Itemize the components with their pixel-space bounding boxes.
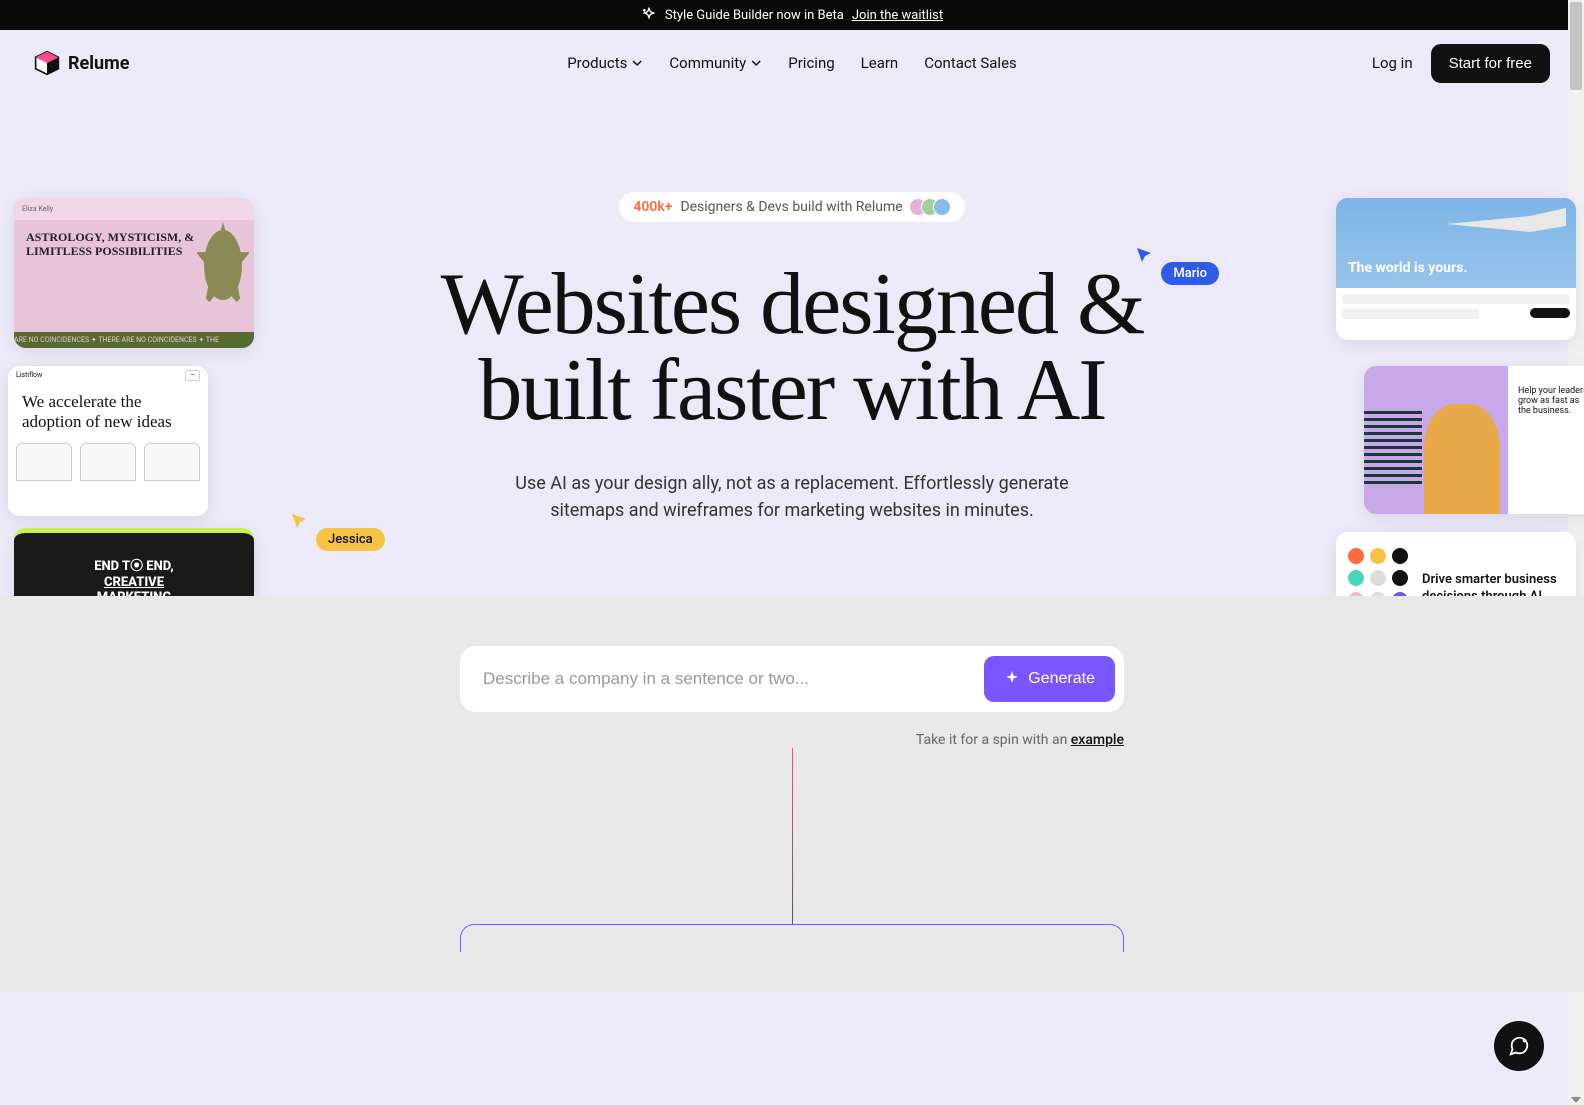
main-nav: Products Community Pricing Learn Contact… [567, 54, 1017, 72]
scroll-thumb[interactable] [1570, 2, 1582, 90]
flow-stem [792, 748, 793, 924]
phone-icon [16, 443, 72, 481]
line: END T⦿ END, [14, 559, 254, 575]
chevron-down-icon [750, 57, 762, 69]
stripes-icon [1364, 410, 1422, 484]
generate-label: Generate [1028, 670, 1095, 688]
sparkle-icon [641, 7, 657, 23]
social-text: Designers & Devs build with Relume [680, 199, 902, 215]
scroll-down-arrow-icon[interactable] [1571, 1097, 1581, 1103]
chat-icon [1508, 1035, 1530, 1057]
chat-fab[interactable] [1494, 1021, 1544, 1071]
announcement-link[interactable]: Join the waitlist [852, 8, 943, 23]
nav-contact[interactable]: Contact Sales [924, 54, 1017, 72]
brand-name: Relume [68, 53, 129, 74]
thumbnail-button-icon: — [185, 370, 200, 381]
social-proof-pill: 400k+ Designers & Devs build with Relume [619, 192, 964, 222]
phone-icon [144, 443, 200, 481]
nav-learn[interactable]: Learn [861, 54, 899, 72]
thumbnail-marquee: ARE NO COINCIDENCES ✦ THERE ARE NO COINC… [14, 332, 254, 348]
thumbnail-leaders: Help your leaders grow as fast as the bu… [1364, 366, 1584, 514]
dot-icon [1392, 548, 1408, 564]
dot-icon [1348, 548, 1364, 564]
sparkle-icon [1004, 671, 1020, 687]
prompt-section: Generate Take it for a spin with an exam… [0, 596, 1584, 992]
nav-community[interactable]: Community [669, 54, 762, 72]
example-prefix: Take it for a spin with an [916, 732, 1071, 748]
thumbnail-listiflow: Listiflow — We accelerate the adoption of… [8, 366, 208, 516]
cursor-icon [1135, 246, 1155, 266]
nav-community-label: Community [669, 54, 746, 72]
prompt-input[interactable] [483, 655, 974, 703]
thumbnail-title: The world is yours. [1348, 261, 1467, 276]
cursor-label: Jessica [316, 528, 385, 551]
collab-cursor-mario: Mario [1135, 246, 1219, 285]
dot-icon [1348, 570, 1364, 586]
prompt-box: Generate [460, 646, 1124, 712]
announcement-text: Style Guide Builder now in Beta [665, 8, 844, 23]
logo-cube-icon [34, 50, 60, 76]
jet-icon [1446, 204, 1566, 244]
header: Relume Products Community Pricing Learn … [0, 30, 1584, 96]
thumbnail-text: Help your leaders grow as fast as the bu… [1508, 366, 1584, 514]
nav-products-label: Products [567, 54, 627, 72]
dot-icon [1370, 570, 1386, 586]
nav-pricing[interactable]: Pricing [788, 54, 834, 72]
social-count: 400k+ [633, 199, 672, 215]
chevron-down-icon [631, 57, 643, 69]
hero-section: Eliza Kelly ASTROLOGY, MYSTICISM, & LIMI… [0, 96, 1584, 596]
example-link[interactable]: example [1071, 732, 1124, 748]
pill-icon [1530, 308, 1570, 318]
announcement-bar: Style Guide Builder now in Beta Join the… [0, 0, 1584, 30]
thumbnail-title: We accelerate the adoption of new ideas [8, 384, 208, 439]
hero-title: Websites designed & built faster with AI [382, 262, 1202, 434]
cursor-label: Mario [1161, 262, 1219, 285]
start-free-button[interactable]: Start for free [1431, 44, 1550, 83]
thumbnail-astrology: Eliza Kelly ASTROLOGY, MYSTICISM, & LIMI… [14, 198, 254, 348]
thumbnail-brand: Listiflow [16, 371, 42, 379]
header-actions: Log in Start for free [1372, 44, 1550, 83]
avatar-stack [915, 198, 951, 216]
cursor-icon [290, 512, 310, 532]
thumbnail-header: Eliza Kelly [14, 198, 254, 220]
collab-cursor-jessica: Jessica [290, 512, 385, 551]
thumbnail-jet: The world is yours. [1336, 198, 1576, 340]
dot-icon [1392, 570, 1408, 586]
phone-icon [80, 443, 136, 481]
avatar-icon [933, 198, 951, 216]
dot-icon [1370, 548, 1386, 564]
line: CREATIVE [14, 575, 254, 591]
hero-subtitle: Use AI as your design ally, not as a rep… [512, 470, 1072, 524]
nav-products[interactable]: Products [567, 54, 643, 72]
person-icon [1424, 404, 1500, 514]
example-hint: Take it for a spin with an example [460, 732, 1124, 748]
login-link[interactable]: Log in [1372, 54, 1413, 72]
portrait-icon [204, 230, 242, 300]
flow-target-box [460, 924, 1124, 952]
thumbnail-brand: Eliza Kelly [22, 205, 53, 213]
logo[interactable]: Relume [34, 50, 129, 76]
thumbnail-headline: ASTROLOGY, MYSTICISM, & LIMITLESS POSSIB… [26, 230, 204, 300]
generate-button[interactable]: Generate [984, 656, 1115, 702]
